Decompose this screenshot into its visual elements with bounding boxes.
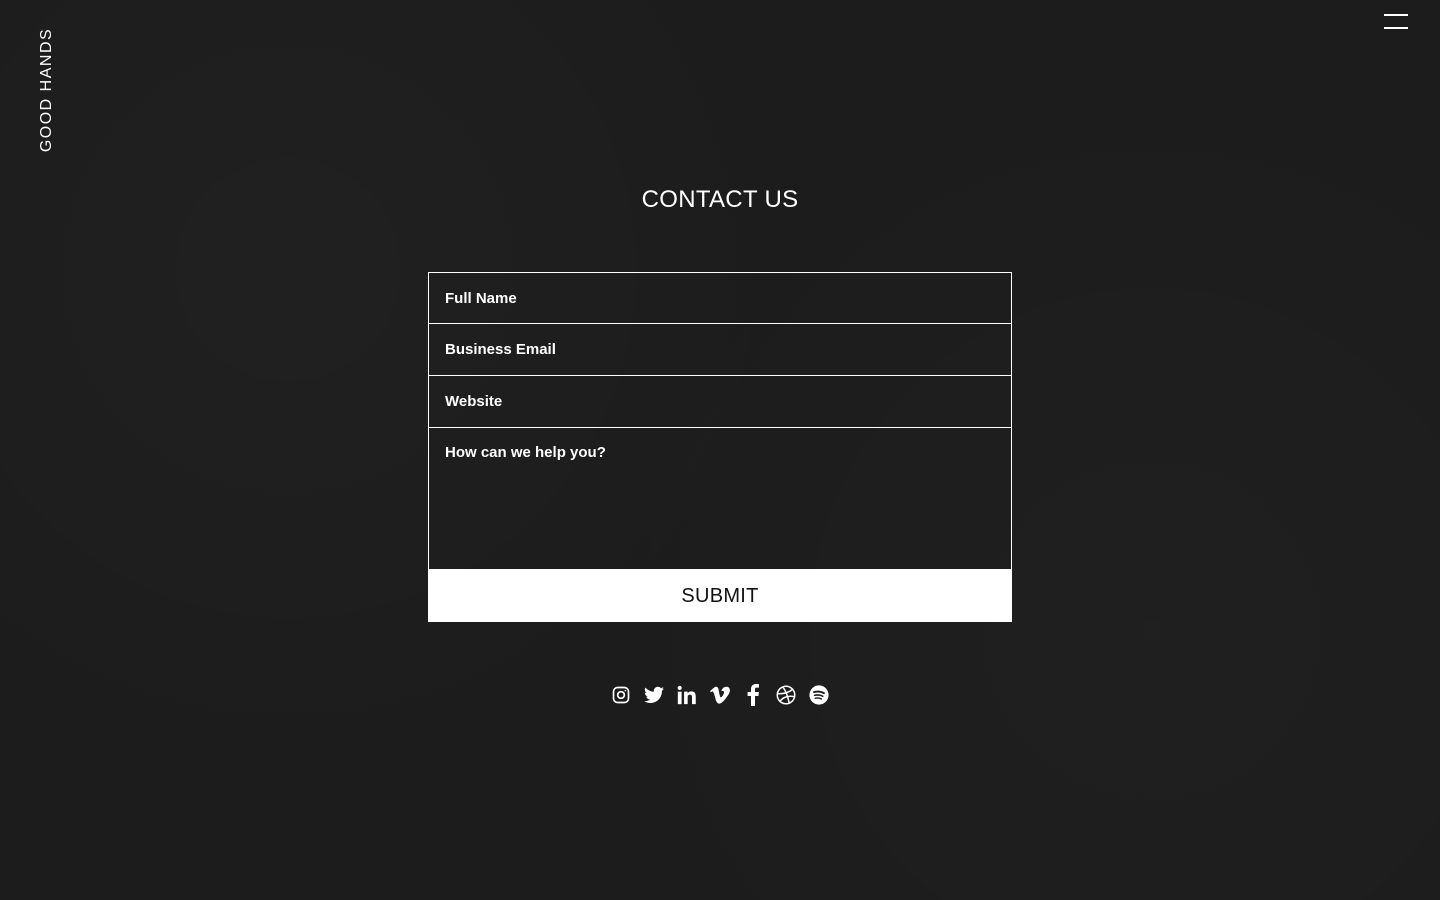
facebook-icon xyxy=(747,684,759,706)
dribbble-icon xyxy=(776,685,796,705)
twitter-icon xyxy=(644,686,664,703)
page-title: CONTACT US xyxy=(641,186,799,213)
linkedin-link[interactable] xyxy=(676,684,698,706)
vimeo-link[interactable] xyxy=(709,684,731,706)
website-input[interactable] xyxy=(428,376,1012,428)
message-textarea[interactable] xyxy=(428,428,1012,570)
submit-button[interactable]: SUBMIT xyxy=(428,570,1012,622)
business-email-input[interactable] xyxy=(428,324,1012,376)
vimeo-icon xyxy=(710,686,730,704)
hamburger-icon-line-bottom xyxy=(1384,27,1408,29)
spotify-link[interactable] xyxy=(808,684,830,706)
spotify-icon xyxy=(809,685,829,705)
facebook-link[interactable] xyxy=(742,684,764,706)
full-name-input[interactable] xyxy=(428,272,1012,324)
twitter-link[interactable] xyxy=(643,684,665,706)
social-links xyxy=(0,684,1440,706)
hamburger-icon-line-top xyxy=(1384,14,1408,16)
linkedin-icon xyxy=(677,685,696,705)
instagram-icon xyxy=(612,686,630,704)
menu-button[interactable] xyxy=(1384,13,1408,30)
dribbble-link[interactable] xyxy=(775,684,797,706)
brand-logo[interactable]: GOOD HANDS xyxy=(38,28,56,152)
contact-form: SUBMIT xyxy=(428,272,1012,622)
instagram-link[interactable] xyxy=(610,684,632,706)
